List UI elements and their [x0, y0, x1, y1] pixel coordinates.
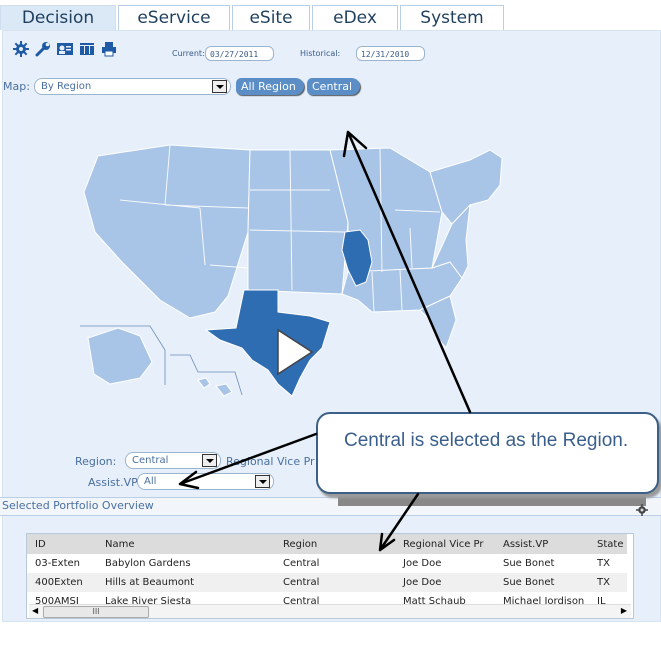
map-west — [83, 144, 251, 319]
scroll-left-icon[interactable]: ◀ — [32, 606, 38, 615]
assist-vp-label: Assist.VP: — [88, 476, 142, 489]
cell-rvp: Joe Doe — [395, 573, 495, 592]
overview-title: Selected Portfolio Overview — [2, 499, 154, 512]
col-name[interactable]: Name — [97, 534, 275, 554]
cell-id: 400Exten — [27, 573, 97, 592]
cell-assist-vp: Sue Bonet — [503, 558, 555, 569]
assist-vp-select-value: All — [144, 476, 157, 487]
scroll-right-icon[interactable]: ▶ — [621, 606, 627, 615]
region-select-value: Central — [132, 455, 169, 466]
cell-name: Hills at Beaumont — [97, 573, 275, 592]
rvp-label: Regional Vice Pr — [226, 455, 315, 468]
grid-header-row: ID Name Region Regional Vice Pr Assist.V… — [27, 534, 627, 554]
state-texas — [204, 289, 331, 397]
cell-rvp: Joe Doe — [403, 558, 442, 569]
col-assist-vp[interactable]: Assist.VP — [495, 534, 589, 554]
map-alaska — [87, 327, 153, 385]
col-rvp[interactable]: Regional Vice Pr — [395, 534, 495, 554]
assist-vp-select[interactable]: All — [137, 473, 274, 490]
cell-name: Babylon Gardens — [105, 558, 191, 569]
cell-region: Central — [275, 573, 395, 592]
region-label: Region: — [75, 455, 117, 468]
table-row[interactable]: 03-Exten Babylon Gardens Central Joe Doe… — [27, 554, 627, 573]
map-plains — [247, 149, 349, 295]
cell-assist-vp: Sue Bonet — [495, 573, 589, 592]
chevron-down-icon[interactable] — [255, 475, 270, 488]
map-hawaii — [197, 377, 211, 389]
col-region[interactable]: Region — [275, 534, 395, 554]
scroll-thumb[interactable]: III — [43, 606, 149, 618]
chevron-down-icon[interactable] — [202, 454, 217, 467]
callout-shadow-bar — [338, 494, 646, 506]
cell-id: 03-Exten — [35, 558, 80, 569]
callout-box: Central is selected as the Region. — [316, 412, 659, 494]
col-id[interactable]: ID — [27, 534, 97, 554]
cell-state: TX — [589, 573, 627, 592]
portfolio-grid: ID Name Region Regional Vice Pr Assist.V… — [26, 533, 634, 619]
table-row[interactable]: 400Exten Hills at Beaumont Central Joe D… — [27, 573, 627, 592]
callout-text: Central is selected as the Region. — [344, 430, 629, 451]
cell-state: TX — [597, 558, 610, 569]
col-state[interactable]: State — [589, 534, 627, 554]
map-hawaii-2 — [215, 383, 233, 397]
region-select[interactable]: Central — [125, 452, 221, 469]
gear-icon[interactable] — [636, 501, 648, 520]
cell-region: Central — [283, 558, 320, 569]
horizontal-scrollbar[interactable]: ◀ III ▶ — [29, 604, 631, 618]
